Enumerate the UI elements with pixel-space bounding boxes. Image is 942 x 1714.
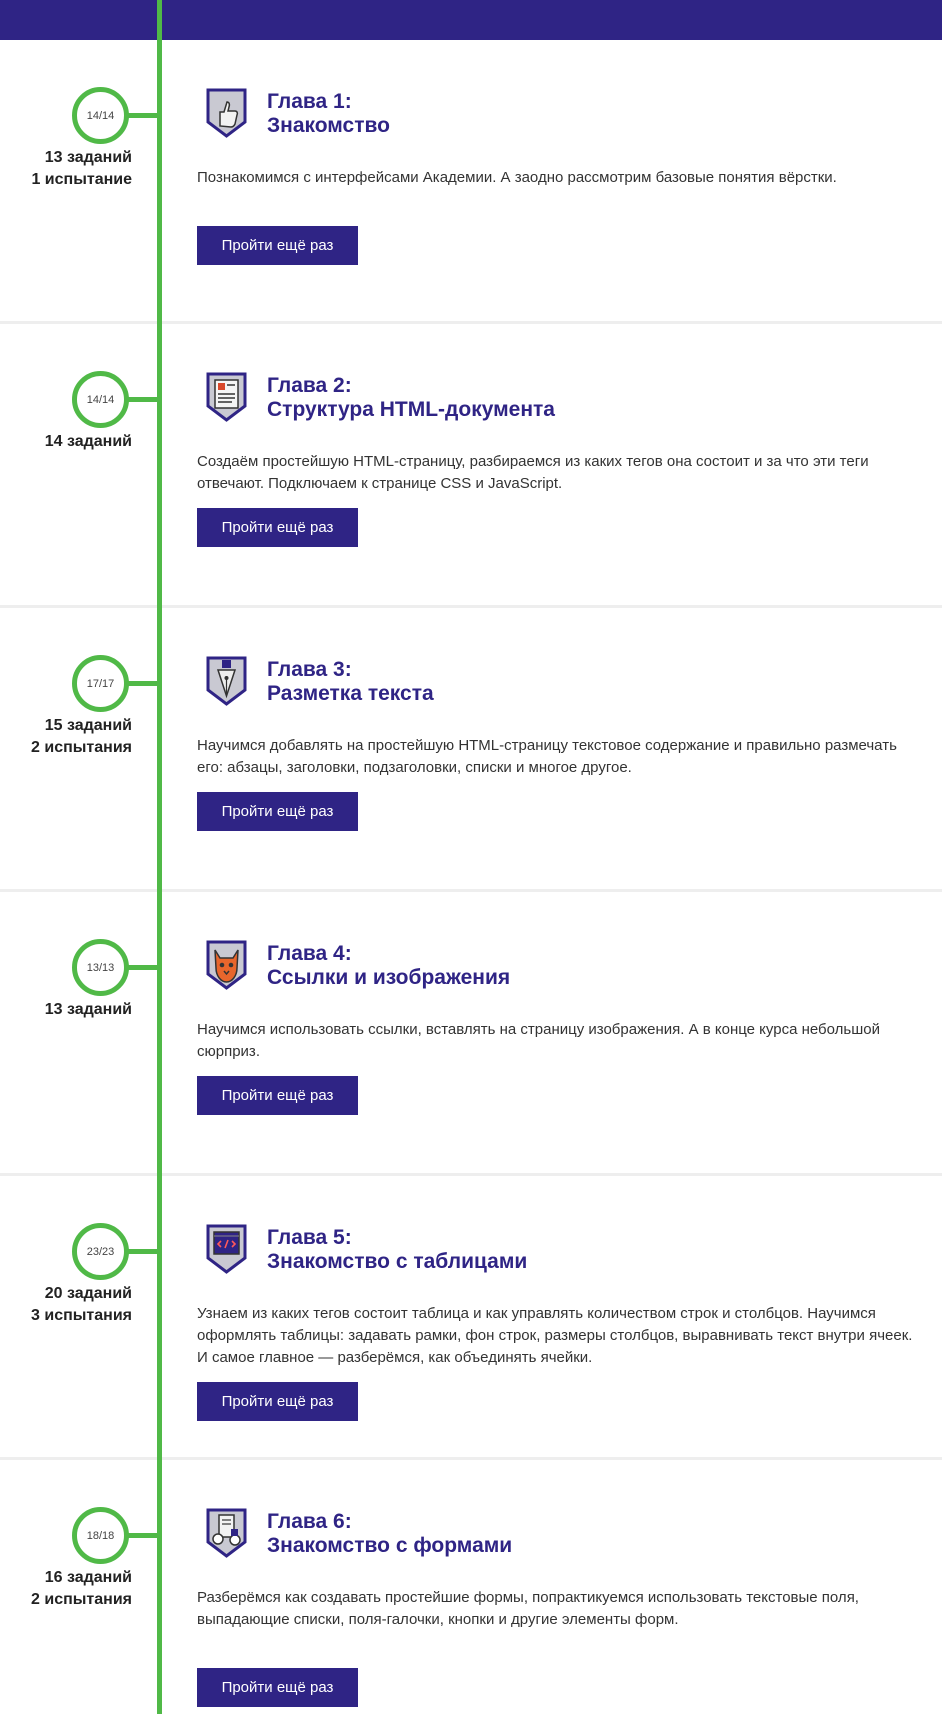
chapter-progress-ring: 13/13: [72, 939, 129, 996]
chapter-stats: 20 заданий 3 испытания: [0, 1283, 132, 1327]
chapter-name: Знакомство с таблицами: [267, 1250, 528, 1273]
trials-count: 3 испытания: [31, 1307, 132, 1324]
trials-count: 2 испытания: [31, 739, 132, 756]
chapter-title: Глава 6: Знакомство с формами: [267, 1510, 907, 1558]
chapter-progress-ring: 14/14: [72, 371, 129, 428]
chapter-description: Разберёмся как создавать простейшие форм…: [197, 1589, 859, 1628]
chapter-title: Глава 3: Разметка текста: [267, 658, 907, 706]
chapter-name: Знакомство с формами: [267, 1534, 513, 1557]
tasks-count: 16 заданий: [44, 1569, 132, 1586]
chapter-progress-ring: 17/17: [72, 655, 129, 712]
chapter-card: 23/23 20 заданий 3 испытания Глава 5: Зн…: [0, 1176, 942, 1460]
timeline-connector: [128, 965, 158, 970]
chapter-description: Узнаем из каких тегов состоит таблица и …: [197, 1305, 913, 1366]
chapter-title: Глава 5: Знакомство с таблицами: [267, 1226, 907, 1274]
chapter-stats: 15 заданий 2 испытания: [0, 715, 132, 759]
chapter-description: Познакомимся с интерфейсами Академии. А …: [197, 169, 837, 186]
retry-chapter-button[interactable]: Пройти ещё раз: [197, 1076, 358, 1115]
chapter-number: Глава 5:: [267, 1226, 352, 1249]
chapter-progress-ring: 14/14: [72, 87, 129, 144]
chapter-number: Глава 6:: [267, 1510, 352, 1533]
document-shield-icon: [204, 370, 249, 424]
chapter-number: Глава 3:: [267, 658, 352, 681]
chapter-stats: 16 заданий 2 испытания: [0, 1567, 132, 1611]
chapter-name: Структура HTML-документа: [267, 398, 555, 421]
timeline-connector: [128, 1533, 158, 1538]
timeline-connector: [128, 681, 158, 686]
tasks-count: 13 заданий: [44, 149, 132, 166]
chapter-name: Разметка текста: [267, 682, 434, 705]
chapter-card: 14/14 14 заданий Глава 2: Структура HTML…: [0, 324, 942, 608]
chapter-title: Глава 1: Знакомство: [267, 90, 907, 138]
chapter-name: Ссылки и изображения: [267, 966, 511, 989]
chapter-card: 14/14 13 заданий 1 испытание Глава 1: Зн…: [0, 40, 942, 324]
timeline-connector: [128, 397, 158, 402]
trials-count: 1 испытание: [31, 171, 132, 188]
chapter-card: 13/13 13 заданий Глава 4: Ссылки и изобр…: [0, 892, 942, 1176]
pen-nib-shield-icon: [204, 654, 249, 708]
retry-chapter-button[interactable]: Пройти ещё раз: [197, 1382, 358, 1421]
progress-timeline: [157, 0, 162, 1714]
chapter-card: 17/17 15 заданий 2 испытания Глава 3: Ра…: [0, 608, 942, 892]
tasks-count: 14 заданий: [44, 433, 132, 450]
retry-chapter-button[interactable]: Пройти ещё раз: [197, 508, 358, 547]
top-header-bar: [0, 0, 942, 40]
timeline-connector: [128, 113, 158, 118]
trials-count: 2 испытания: [31, 1591, 132, 1608]
tasks-count: 13 заданий: [44, 1001, 132, 1018]
chapter-title: Глава 2: Структура HTML-документа: [267, 374, 907, 422]
chapter-description: Научимся использовать ссылки, вставлять …: [197, 1021, 880, 1060]
chapter-description: Создаём простейшую HTML-страницу, разбир…: [197, 453, 869, 492]
retry-chapter-button[interactable]: Пройти ещё раз: [197, 1668, 358, 1707]
chapter-number: Глава 1:: [267, 90, 352, 113]
retry-chapter-button[interactable]: Пройти ещё раз: [197, 792, 358, 831]
chapter-name: Знакомство: [267, 114, 390, 137]
tasks-count: 20 заданий: [44, 1285, 132, 1302]
chapter-progress-ring: 23/23: [72, 1223, 129, 1280]
chapter-progress-ring: 18/18: [72, 1507, 129, 1564]
chapter-stats: 13 заданий: [0, 999, 132, 1021]
timeline-connector: [128, 1249, 158, 1254]
thumbs-up-shield-icon: [204, 86, 249, 140]
cat-shield-icon: [204, 938, 249, 992]
chapter-number: Глава 2:: [267, 374, 352, 397]
form-elements-shield-icon: [204, 1506, 249, 1560]
chapter-description: Научимся добавлять на простейшую HTML-ст…: [197, 737, 897, 776]
chapter-card: 18/18 16 заданий 2 испытания Глава 6: Зн…: [0, 1460, 942, 1714]
chapter-title: Глава 4: Ссылки и изображения: [267, 942, 907, 990]
chapter-stats: 13 заданий 1 испытание: [0, 147, 132, 191]
code-window-shield-icon: [204, 1222, 249, 1276]
chapter-number: Глава 4:: [267, 942, 352, 965]
retry-chapter-button[interactable]: Пройти ещё раз: [197, 226, 358, 265]
tasks-count: 15 заданий: [44, 717, 132, 734]
chapter-stats: 14 заданий: [0, 431, 132, 453]
